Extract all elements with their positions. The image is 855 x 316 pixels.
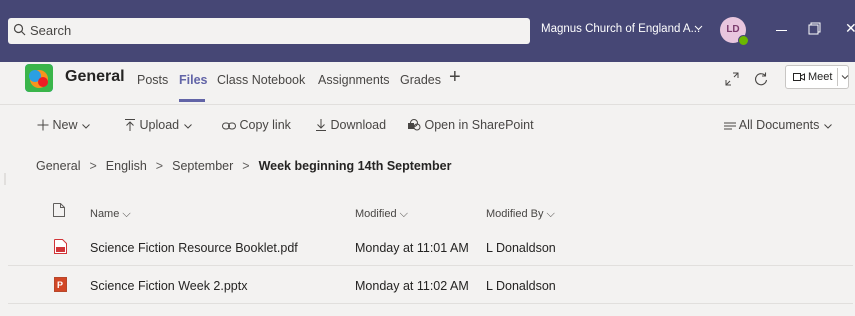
breadcrumb-item[interactable]: September	[172, 159, 233, 173]
modified-date: Monday at 11:01 AM	[355, 241, 469, 255]
table-row[interactable]: P Science Fiction Week 2.pptx Monday at …	[8, 268, 853, 304]
meet-label: Meet	[808, 71, 833, 83]
close-icon[interactable]: ✕	[845, 20, 855, 37]
open-in-sharepoint-button[interactable]: Open in SharePoint	[407, 118, 534, 132]
refresh-icon[interactable]	[754, 72, 768, 86]
meet-button[interactable]: Meet	[785, 65, 849, 89]
presence-badge	[738, 35, 749, 46]
channel-header: General Posts Files Class Notebook Assig…	[0, 62, 855, 104]
new-label: New	[52, 118, 78, 132]
column-header-modified-by[interactable]: Modified By ⌵	[486, 208, 555, 221]
minimize-button[interactable]	[776, 30, 787, 31]
breadcrumb-current: Week beginning 14th September	[258, 159, 452, 173]
row-divider	[8, 265, 853, 266]
tab-grades[interactable]: Grades	[400, 73, 441, 87]
chevron-down-icon[interactable]	[841, 73, 849, 81]
view-label: All Documents	[738, 118, 820, 132]
new-button[interactable]: New	[37, 118, 91, 132]
copy-link-label: Copy link	[239, 118, 291, 132]
column-header-label: Name	[90, 208, 120, 220]
tab-posts[interactable]: Posts	[137, 73, 168, 87]
open-sharepoint-label: Open in SharePoint	[424, 118, 534, 132]
copy-link-button[interactable]: Copy link	[222, 118, 291, 132]
channel-name: General	[65, 68, 125, 85]
upload-icon	[125, 119, 135, 131]
chevron-down-icon	[824, 124, 832, 129]
row-divider	[8, 303, 853, 304]
download-icon	[316, 119, 326, 131]
chevron-down-icon: ⌵	[399, 208, 408, 220]
divider	[837, 68, 838, 86]
modified-by: L Donaldson	[486, 241, 556, 255]
svg-text:P: P	[57, 280, 63, 290]
chevron-down-icon: ⌵	[546, 208, 555, 220]
modified-by: L Donaldson	[486, 279, 556, 293]
filter-lines-icon	[724, 122, 736, 130]
column-header-name[interactable]: Name ⌵	[90, 208, 131, 221]
chevron-down-icon	[183, 124, 192, 129]
chevron-right-icon: >	[242, 159, 250, 173]
search-placeholder: Search	[30, 23, 72, 38]
file-name[interactable]: Science Fiction Week 2.pptx	[90, 279, 247, 293]
chevron-down-icon	[82, 124, 90, 129]
expand-icon[interactable]	[725, 72, 739, 86]
file-name[interactable]: Science Fiction Resource Booklet.pdf	[90, 241, 298, 255]
column-header-modified[interactable]: Modified ⌵	[355, 208, 408, 221]
chevron-right-icon: >	[155, 159, 164, 173]
tab-class-notebook[interactable]: Class Notebook	[217, 73, 305, 87]
pdf-icon	[54, 239, 67, 254]
view-switcher[interactable]: All Documents	[724, 118, 833, 132]
scroll-indicator	[4, 173, 6, 185]
table-row[interactable]: Science Fiction Resource Booklet.pdf Mon…	[8, 230, 853, 266]
plus-icon	[37, 119, 49, 131]
download-button[interactable]: Download	[315, 118, 386, 132]
upload-button[interactable]: Upload	[124, 118, 193, 132]
org-switcher[interactable]: Magnus Church of England A...	[541, 23, 700, 35]
search-input[interactable]: Search	[8, 18, 530, 44]
active-tab-indicator	[179, 99, 205, 102]
breadcrumb-item[interactable]: General	[36, 159, 80, 173]
column-header-label: Modified	[355, 208, 397, 220]
pptx-icon: P	[54, 277, 67, 292]
restore-button[interactable]	[808, 22, 821, 35]
breadcrumb: General > English > September > Week beginning…	[36, 159, 451, 173]
file-type-icon[interactable]	[53, 203, 65, 217]
chevron-down-icon: ⌵	[122, 208, 131, 220]
download-label: Download	[330, 118, 387, 132]
title-bar: Search Magnus Church of England A... LD …	[0, 0, 855, 62]
command-bar: New Upload Copy link Download Open in Sh…	[0, 105, 855, 145]
sharepoint-icon	[408, 119, 421, 131]
video-camera-icon	[793, 73, 805, 81]
chevron-down-icon[interactable]	[694, 23, 703, 32]
tab-assignments[interactable]: Assignments	[318, 73, 390, 87]
upload-label: Upload	[139, 118, 180, 132]
modified-date: Monday at 11:02 AM	[355, 279, 469, 293]
breadcrumb-item[interactable]: English	[106, 159, 147, 173]
link-icon	[222, 122, 236, 130]
chevron-right-icon: >	[89, 159, 97, 173]
add-tab-button[interactable]: +	[449, 66, 461, 89]
column-header-label: Modified By	[486, 208, 544, 220]
search-icon	[13, 23, 26, 36]
team-logo-icon	[25, 64, 53, 92]
tab-files[interactable]: Files	[179, 73, 208, 87]
